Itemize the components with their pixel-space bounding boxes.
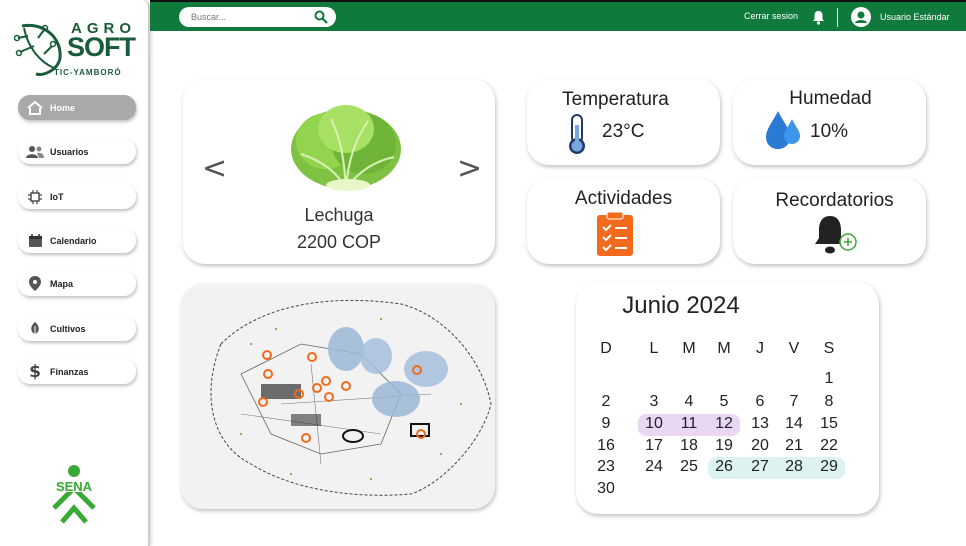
calendar-day[interactable]: 10 bbox=[637, 415, 671, 433]
calendar-day[interactable]: 16 bbox=[589, 437, 623, 455]
activities-title: Actividades bbox=[574, 188, 673, 209]
sidebar-item-label: Calendario bbox=[50, 235, 97, 246]
activities-widget[interactable]: Actividades bbox=[527, 178, 720, 264]
calendar-icon bbox=[26, 232, 44, 250]
calendar-day[interactable]: 18 bbox=[672, 437, 706, 455]
search-box[interactable] bbox=[179, 7, 336, 27]
sidebar-item-calendario[interactable]: Calendario bbox=[18, 228, 136, 253]
calendar-day[interactable]: 25 bbox=[672, 458, 706, 476]
sidebar: AGRO SOFT TIC-YAMBORÓ Home Usuarios IoT … bbox=[0, 0, 150, 546]
calendar-day[interactable]: 5 bbox=[707, 393, 741, 411]
calendar-day[interactable]: 28 bbox=[777, 458, 811, 476]
water-drops-icon bbox=[766, 111, 800, 149]
users-icon bbox=[26, 143, 44, 161]
lettuce-image bbox=[291, 105, 401, 191]
logout-link[interactable]: Cerrar sesion bbox=[744, 11, 798, 21]
humidity-widget[interactable]: Humedad 10% bbox=[733, 79, 926, 165]
calendar-day[interactable]: 26 bbox=[707, 458, 741, 476]
weekday-header: M bbox=[717, 340, 731, 357]
weekday-header: V bbox=[788, 340, 800, 357]
weekday-header: S bbox=[823, 340, 835, 357]
calendar-day[interactable]: 4 bbox=[672, 393, 706, 411]
user-name[interactable]: Usuario Estándar bbox=[880, 12, 950, 22]
calendar-day[interactable]: 15 bbox=[812, 415, 846, 433]
product-name: Lechuga bbox=[304, 205, 374, 225]
calendar-day[interactable]: 17 bbox=[637, 437, 671, 455]
farm-map[interactable] bbox=[181, 284, 495, 509]
calendar-day[interactable]: 2 bbox=[589, 393, 623, 411]
sidebar-item-mapa[interactable]: Mapa bbox=[18, 271, 136, 296]
logo-soft-text: SOFT bbox=[67, 32, 136, 62]
search-icon[interactable] bbox=[314, 10, 328, 29]
chip-icon bbox=[26, 188, 44, 206]
home-icon bbox=[26, 99, 44, 117]
carousel-prev-button[interactable]: < bbox=[202, 151, 227, 186]
notification-bell-icon[interactable] bbox=[812, 10, 825, 30]
calendar-day[interactable]: 29 bbox=[812, 458, 846, 476]
calendar-day[interactable]: 30 bbox=[589, 480, 623, 498]
sidebar-item-cultivos[interactable]: Cultivos bbox=[18, 316, 136, 341]
map-image bbox=[210, 299, 492, 496]
product-price: 2200 COP bbox=[296, 232, 382, 252]
clipboard-checklist-icon bbox=[597, 211, 633, 256]
sena-logo: SENA bbox=[44, 464, 104, 524]
map-pin-icon bbox=[26, 275, 44, 293]
sidebar-item-label: Cultivos bbox=[50, 323, 86, 334]
weekday-header: J bbox=[756, 340, 764, 357]
calendar-day[interactable]: 6 bbox=[743, 393, 777, 411]
calendar-day[interactable]: 24 bbox=[637, 458, 671, 476]
calendar-day[interactable]: 14 bbox=[777, 415, 811, 433]
calendar-day[interactable]: 7 bbox=[777, 393, 811, 411]
sidebar-item-label: Finanzas bbox=[50, 366, 89, 377]
calendar-day[interactable]: 27 bbox=[743, 458, 777, 476]
agrosoft-logo: AGRO SOFT TIC-YAMBORÓ bbox=[14, 18, 136, 80]
calendar-day[interactable]: 19 bbox=[707, 437, 741, 455]
humidity-value: 10% bbox=[810, 121, 849, 142]
calendar-day[interactable]: 1 bbox=[812, 370, 846, 388]
sidebar-item-label: Home bbox=[50, 102, 76, 113]
reminders-widget[interactable]: Recordatorios bbox=[733, 178, 926, 264]
top-bar: Cerrar sesion Usuario Estándar bbox=[150, 0, 966, 31]
sidebar-item-usuarios[interactable]: Usuarios bbox=[18, 139, 136, 164]
sidebar-item-label: Usuarios bbox=[50, 146, 89, 157]
carousel-next-button[interactable]: > bbox=[457, 151, 482, 186]
leaf-icon bbox=[26, 320, 44, 338]
calendar-day[interactable]: 12 bbox=[707, 415, 741, 433]
calendar-day[interactable]: 13 bbox=[743, 415, 777, 433]
sidebar-item-finanzas[interactable]: $ Finanzas bbox=[18, 359, 136, 384]
calendar-day[interactable]: 8 bbox=[812, 393, 846, 411]
temperature-value: 23°C bbox=[602, 121, 645, 142]
reminders-title: Recordatorios bbox=[775, 190, 894, 211]
sidebar-item-home[interactable]: Home bbox=[18, 95, 136, 120]
temperature-title: Temperatura bbox=[562, 89, 669, 110]
calendar-day[interactable]: 9 bbox=[589, 415, 623, 433]
calendar-day[interactable]: 23 bbox=[589, 458, 623, 476]
calendar-day[interactable]: 20 bbox=[743, 437, 777, 455]
thermometer-icon bbox=[569, 114, 585, 154]
calendar-day[interactable]: 22 bbox=[812, 437, 846, 455]
calendar-widget: Junio 2024 D L M M J V S 1 2 3 4 5 6 7 8 9 10 11 12 13 14 15 1… bbox=[576, 282, 879, 514]
svg-text:SENA: SENA bbox=[56, 479, 93, 494]
sidebar-item-label: IoT bbox=[50, 191, 64, 202]
calendar-day[interactable]: 21 bbox=[777, 437, 811, 455]
temperature-widget[interactable]: Temperatura 23°C bbox=[527, 79, 720, 165]
dollar-icon: $ bbox=[29, 361, 41, 382]
user-avatar-icon[interactable] bbox=[851, 7, 871, 32]
calendar-title: Junio 2024 bbox=[622, 292, 740, 319]
sidebar-item-iot[interactable]: IoT bbox=[18, 184, 136, 209]
weekday-header: D bbox=[600, 340, 612, 357]
calendar-day[interactable]: 3 bbox=[637, 393, 671, 411]
weekday-header: M bbox=[682, 340, 696, 357]
bell-plus-icon bbox=[815, 216, 857, 254]
search-input[interactable] bbox=[191, 10, 311, 24]
divider bbox=[837, 8, 838, 27]
logo-subtitle: TIC-YAMBORÓ bbox=[54, 68, 122, 77]
product-carousel-card: < > Lechuga 2200 COP bbox=[183, 79, 495, 264]
weekday-header: L bbox=[649, 340, 659, 357]
sidebar-item-label: Mapa bbox=[50, 278, 74, 289]
calendar-day[interactable]: 11 bbox=[672, 415, 706, 433]
humidity-title: Humedad bbox=[789, 88, 872, 109]
